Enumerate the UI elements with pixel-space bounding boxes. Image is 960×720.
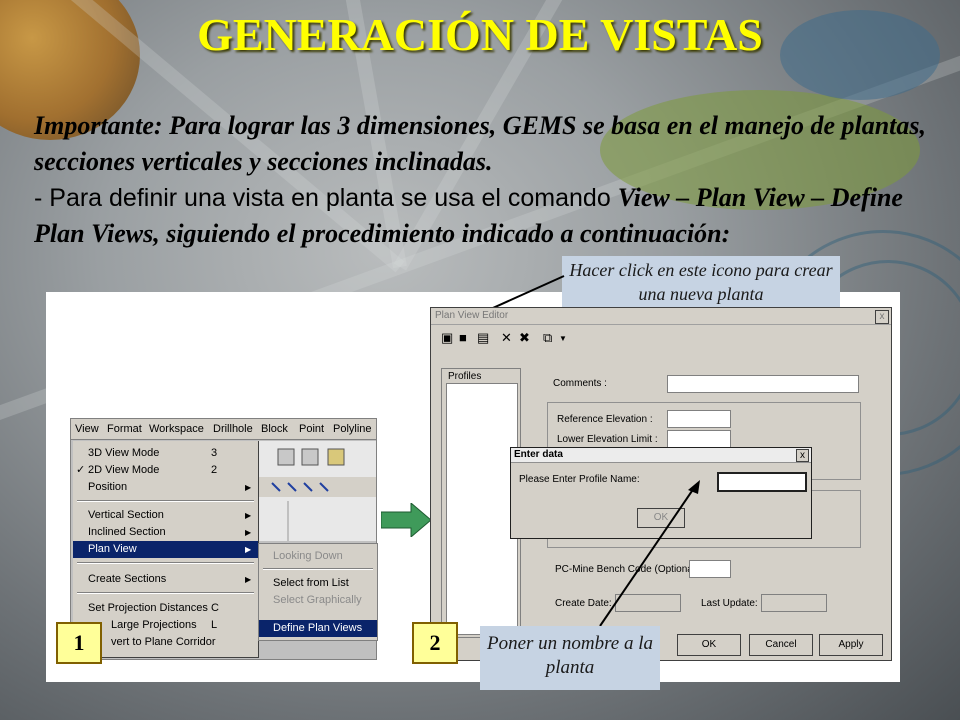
shortcut: 3 — [211, 447, 218, 459]
separator — [77, 562, 254, 564]
menu-format[interactable]: Format — [107, 423, 142, 435]
step-badge-1: 1 — [56, 622, 102, 664]
menu-point[interactable]: Point — [299, 423, 324, 435]
check-icon: ✓ — [76, 464, 86, 476]
instruction-text: - Para definir una vista en planta se us… — [34, 184, 618, 212]
menu-item-label: Plan View — [88, 543, 137, 555]
reference-elevation-input[interactable] — [667, 410, 731, 428]
menu-item-label: Create Sections — [88, 573, 167, 585]
next-step-arrow-icon — [381, 503, 431, 537]
dialog-title: Plan View Editor — [435, 310, 509, 321]
menu-item-position[interactable]: Position ▶ — [73, 479, 258, 496]
menu-item-label: Large Projections — [111, 619, 197, 631]
tip-profile-name: Poner un nombre a la planta — [480, 626, 660, 690]
menu-item-2d-view[interactable]: ✓ 2D View Mode 2 — [73, 462, 258, 479]
apply-button[interactable]: Apply — [819, 634, 883, 656]
comments-input[interactable] — [667, 375, 859, 393]
shortcut: C — [211, 602, 219, 614]
last-update-field — [761, 594, 827, 612]
delete-icon[interactable]: ✕ — [501, 330, 512, 346]
submenu-arrow-icon: ▶ — [245, 575, 252, 584]
separator — [77, 500, 254, 502]
menu-item-label: Looking Down — [273, 550, 343, 562]
menu-item-label: 2D View Mode — [88, 464, 160, 476]
comments-label: Comments : — [553, 378, 607, 389]
menu-item-label: Position — [88, 481, 128, 493]
submenu-looking-down[interactable]: Looking Down — [259, 548, 377, 565]
profiles-label: Profiles — [448, 371, 482, 382]
menu-item-label: 3D View Mode — [88, 447, 160, 459]
lower-elevation-label: Lower Elevation Limit : — [557, 434, 658, 445]
dialog-titlebar: Plan View Editor x — [431, 308, 891, 325]
menu-item-label: vert to Plane Corridor — [111, 636, 216, 648]
shortcut: 2 — [211, 464, 218, 476]
submenu-arrow-icon: ▶ — [245, 545, 252, 554]
new-plan-icon[interactable]: ▣ — [441, 330, 453, 346]
submenu-define-plan-views[interactable]: Define Plan Views — [259, 620, 377, 637]
menu-drillhole[interactable]: Drillhole — [213, 423, 253, 435]
submenu-arrow-icon: ▶ — [245, 511, 252, 520]
submenu-arrow-icon: ▶ — [245, 483, 252, 492]
submenu-arrow-icon: ▶ — [245, 528, 252, 537]
submenu-select-graphically[interactable]: Select Graphically — [259, 592, 377, 609]
delete-all-icon[interactable]: ✖ — [519, 330, 530, 346]
save-icon[interactable]: ■ — [459, 330, 467, 345]
enter-data-title: Enter data — [514, 449, 563, 460]
slide-title: GENERACIÓN DE VISTAS — [197, 9, 763, 60]
close-icon[interactable]: x — [875, 310, 889, 324]
menu-item-label: Inclined Section — [88, 526, 166, 538]
menu-block[interactable]: Block — [261, 423, 288, 435]
tip-new-plan: Hacer click en este icono para crear una… — [562, 256, 840, 312]
reference-elevation-label: Reference Elevation : — [557, 414, 653, 425]
slide-text: Importante: Para lograr las 3 dimensione… — [34, 108, 934, 252]
menu-item-label: Select from List — [273, 577, 349, 589]
profiles-group: Profiles — [441, 368, 521, 638]
menu-view[interactable]: View — [75, 423, 99, 435]
shortcut: L — [211, 619, 218, 631]
separator — [263, 568, 373, 570]
view-menu-screenshot: View Format Workspace Drillhole Block Po… — [70, 418, 378, 660]
cancel-button[interactable]: Cancel — [749, 634, 813, 656]
toolbar-icons — [258, 448, 376, 541]
close-icon[interactable]: x — [796, 449, 809, 462]
menu-item-label: Select Graphically — [273, 594, 362, 606]
menu-polyline[interactable]: Polyline — [333, 423, 372, 435]
menubar: View Format Workspace Drillhole Block Po… — [71, 419, 376, 440]
separator — [77, 592, 254, 594]
menu-item-projection-distances[interactable]: Set Projection Distances C — [73, 600, 258, 617]
menu-item-3d-view[interactable]: 3D View Mode 3 — [73, 445, 258, 462]
plan-view-submenu: Looking Down Select from List Select Gra… — [258, 543, 378, 641]
ok-button[interactable]: OK — [677, 634, 741, 656]
lower-elevation-input[interactable] — [667, 430, 731, 448]
menu-item-label: Define Plan Views — [273, 622, 363, 634]
menu-item-vertical-section[interactable]: Vertical Section ▶ — [73, 507, 258, 524]
menu-item-inclined-section[interactable]: Inclined Section ▶ — [73, 524, 258, 541]
menu-item-label: Set Projection Distances — [88, 602, 208, 614]
important-note: Importante: Para lograr las 3 dimensione… — [34, 111, 927, 176]
enter-data-titlebar: Enter data x — [511, 448, 811, 463]
step-badge-2: 2 — [412, 622, 458, 664]
menu-item-plan-view[interactable]: Plan View ▶ — [73, 541, 258, 558]
profile-name-input[interactable] — [717, 472, 807, 492]
save-as-icon[interactable]: ▤ — [477, 330, 489, 346]
toolbar-area — [258, 441, 376, 541]
menu-workspace[interactable]: Workspace — [149, 423, 204, 435]
menu-item-create-sections[interactable]: Create Sections ▶ — [73, 571, 258, 588]
copy-icon[interactable]: ⧉ — [543, 330, 552, 346]
menu-item-label: Vertical Section — [88, 509, 164, 521]
pointer-arrow — [599, 480, 700, 627]
submenu-select-from-list[interactable]: Select from List — [259, 575, 377, 592]
profiles-list[interactable] — [446, 383, 518, 635]
dropdown-arrow-icon[interactable]: ▼ — [559, 334, 567, 343]
dialog-toolbar: ▣ ■ ▤ ✕ ✖ ⧉ ▼ — [435, 328, 635, 348]
